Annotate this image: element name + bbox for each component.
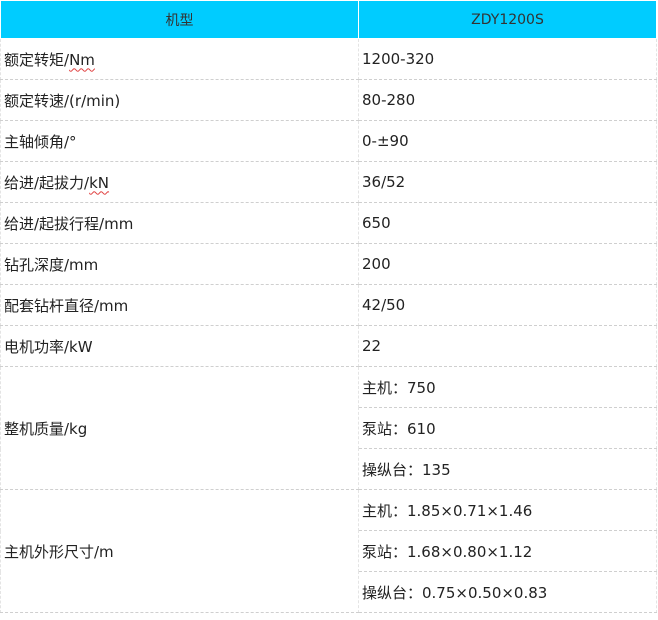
- mass-value-pump: 泵站：610: [358, 407, 657, 449]
- mass-value-main: 主机：750: [358, 366, 657, 408]
- row-label-unit: Nm: [69, 50, 95, 69]
- table-row-mass: 整机质量/kg 主机：750: [0, 366, 657, 490]
- row-value: 80-280: [358, 79, 657, 121]
- dims-label: 主机外形尺寸/m: [0, 489, 359, 613]
- row-label: 配套钻杆直径/mm: [0, 284, 359, 326]
- row-label-prefix: 给进/起拔力/: [4, 173, 90, 192]
- dims-value-pump: 泵站：1.68×0.80×1.12: [358, 530, 657, 572]
- row-value: 200: [358, 243, 657, 285]
- table-row: 配套钻杆直径/mm 42/50: [0, 284, 657, 326]
- row-value: 22: [358, 325, 657, 367]
- row-label-unit: kN: [89, 173, 110, 192]
- row-value: 650: [358, 202, 657, 244]
- row-label: 主轴倾角/°: [0, 120, 359, 162]
- dims-value-console: 操纵台：0.75×0.50×0.83: [358, 571, 657, 613]
- row-value: 1200-320: [358, 38, 657, 80]
- row-value: 42/50: [358, 284, 657, 326]
- table-row: 电机功率/kW 22: [0, 325, 657, 367]
- table-row-dims: 主机外形尺寸/m 主机：1.85×0.71×1.46: [0, 489, 657, 613]
- header-row: 机型 ZDY1200S: [0, 0, 657, 39]
- mass-label: 整机质量/kg: [0, 366, 359, 490]
- row-value: 0-±90: [358, 120, 657, 162]
- table-row: 额定转矩/Nm 1200-320: [0, 38, 657, 80]
- row-label-prefix: 额定转矩/: [4, 50, 70, 69]
- row-label: 给进/起拔力/kN: [0, 161, 359, 203]
- header-model-label: 机型: [0, 0, 359, 39]
- row-label: 钻孔深度/mm: [0, 243, 359, 285]
- row-label: 电机功率/kW: [0, 325, 359, 367]
- mass-value-console: 操纵台：135: [358, 448, 657, 490]
- header-model-value: ZDY1200S: [358, 0, 657, 39]
- row-value: 36/52: [358, 161, 657, 203]
- table-row: 给进/起拔力/kN 36/52: [0, 161, 657, 203]
- row-label: 额定转速/(r/min): [0, 79, 359, 121]
- spec-table: 机型 ZDY1200S 额定转矩/Nm 1200-320 额定转速/(r/min…: [0, 0, 657, 613]
- table-row: 主轴倾角/° 0-±90: [0, 120, 657, 162]
- row-label: 给进/起拔行程/mm: [0, 202, 359, 244]
- dims-value-main: 主机：1.85×0.71×1.46: [358, 489, 657, 531]
- table-row: 额定转速/(r/min) 80-280: [0, 79, 657, 121]
- table-row: 给进/起拔行程/mm 650: [0, 202, 657, 244]
- table-row: 钻孔深度/mm 200: [0, 243, 657, 285]
- row-label: 额定转矩/Nm: [0, 38, 359, 80]
